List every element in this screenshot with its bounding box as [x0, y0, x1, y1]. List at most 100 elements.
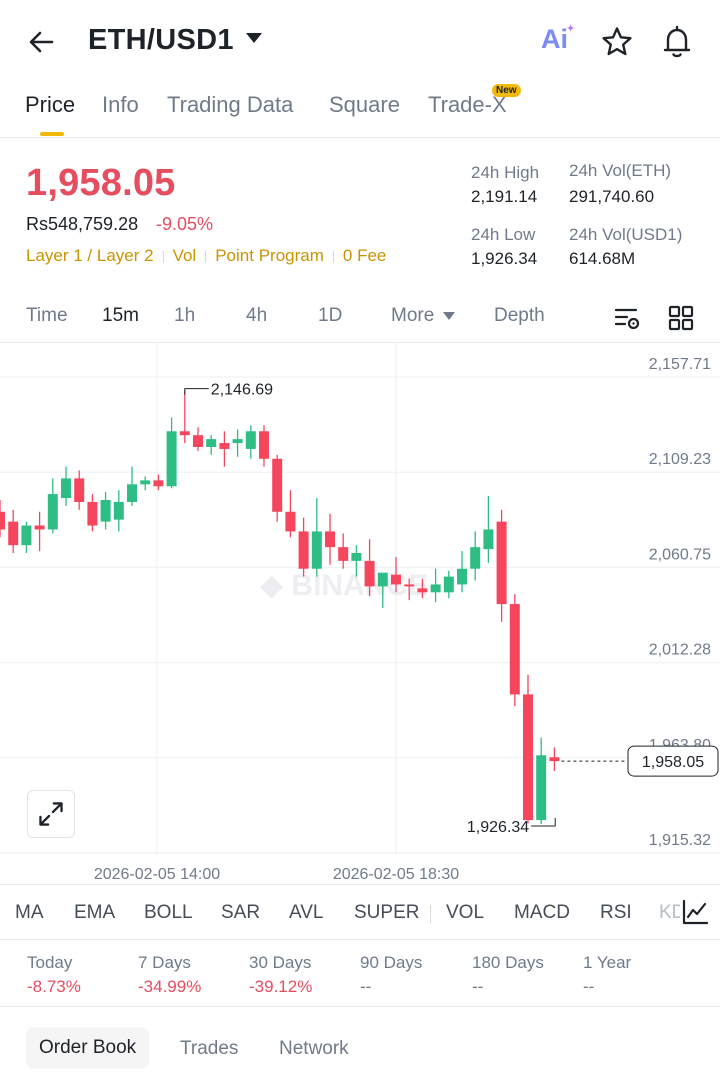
y-tick-label: 2,157.71: [649, 356, 711, 373]
perf-value-180d: --: [472, 977, 484, 996]
indicator-avl[interactable]: AVL: [289, 902, 324, 924]
tf-more[interactable]: More: [391, 305, 434, 327]
candle-down: [219, 443, 230, 449]
perf-value-today: -8.73%: [27, 977, 81, 996]
perf-value-90d: --: [360, 977, 372, 996]
indicator-vol[interactable]: VOL: [446, 902, 484, 924]
chart-canvas[interactable]: 2,157.712,109.232,060.752,012.281,963.80…: [0, 343, 720, 887]
candle-down: [523, 694, 533, 821]
perf-value-7d: -34.99%: [138, 977, 202, 996]
indicator-super[interactable]: SUPER: [354, 902, 419, 924]
candle-down: [259, 431, 269, 459]
x-tick-label: 2026-02-05 18:30: [333, 866, 459, 883]
ai-icon[interactable]: Ai: [541, 24, 568, 55]
candle-up: [430, 584, 441, 593]
tf-15m[interactable]: 15m: [102, 305, 139, 327]
price-change: -9.05%: [156, 214, 214, 234]
perf-label-1y: 1 Year: [583, 953, 632, 972]
tag-layer[interactable]: Layer 1 / Layer 2: [26, 246, 154, 265]
candle-down: [285, 511, 296, 532]
indicator-rsi[interactable]: RSI: [600, 902, 632, 924]
watermark-text: ◆ BINANCE: [260, 569, 428, 602]
candle-down: [364, 560, 375, 587]
low-label: 24h Low: [471, 225, 536, 244]
low-marker-label: 1,926.34: [467, 819, 529, 836]
tf-1d[interactable]: 1D: [318, 305, 342, 327]
high-marker-label: 2,146.69: [211, 382, 273, 399]
candle-up: [127, 484, 137, 502]
candle-down: [74, 478, 85, 502]
tag-row: Layer 1 / Layer 2 Vol Point Program 0 Fee: [26, 246, 386, 266]
tab-order-book[interactable]: Order Book: [26, 1027, 150, 1069]
y-tick-label: 2,109.23: [649, 451, 711, 468]
indicator-boll[interactable]: BOLL: [144, 902, 193, 924]
perf-label-90d: 90 Days: [360, 953, 423, 972]
indicator-ema[interactable]: EMA: [74, 902, 115, 924]
perf-value-30d: -39.12%: [249, 977, 313, 996]
y-tick-label: 1,915.32: [649, 832, 711, 849]
candle-up: [61, 478, 71, 499]
tab-square[interactable]: Square: [329, 92, 400, 118]
tag-point-program[interactable]: Point Program: [215, 246, 324, 265]
candle-down: [179, 431, 190, 436]
tab-trading-data[interactable]: Trading Data: [167, 92, 293, 118]
vol-usd-label: 24h Vol(USD1): [569, 225, 683, 244]
candle-down: [272, 458, 283, 512]
candle-up: [470, 547, 481, 569]
indicator-ma[interactable]: MA: [15, 902, 44, 924]
tab-info[interactable]: Info: [102, 92, 139, 118]
tab-trades[interactable]: Trades: [180, 1038, 238, 1072]
candle-up: [113, 501, 124, 520]
fiat-price: Rs548,759.28: [26, 214, 139, 234]
candle-up: [206, 439, 217, 447]
bell-icon[interactable]: [660, 24, 694, 60]
candle-down: [325, 531, 335, 548]
tag-vol[interactable]: Vol: [173, 246, 197, 265]
caret-down-icon[interactable]: [246, 33, 262, 43]
indicator-sar[interactable]: SAR: [221, 902, 260, 924]
star-icon[interactable]: [600, 25, 634, 59]
main-tabs: Price Info Trading Data Square Trade-X: [0, 84, 720, 138]
perf-label-today: Today: [27, 953, 73, 972]
y-tick-label: 2,060.75: [649, 546, 711, 563]
high-marker-line: [184, 388, 209, 395]
pair-selector[interactable]: ETH/USD1: [88, 24, 234, 57]
candle-up: [100, 500, 111, 522]
candle-down: [0, 511, 5, 530]
tf-depth[interactable]: Depth: [494, 305, 545, 327]
candle-down: [509, 604, 520, 695]
candlestick-chart[interactable]: 2,157.71 2,109.23 2,060.75 2,012.28 1,963.80…: [0, 342, 720, 886]
chart-settings-icon[interactable]: [613, 304, 641, 332]
sparkle-icon: ✦: [566, 23, 576, 35]
indicator-macd[interactable]: MACD: [514, 902, 570, 924]
vol-eth-label: 24h Vol(ETH): [569, 161, 672, 180]
tag-zero-fee[interactable]: 0 Fee: [343, 246, 386, 265]
candle-down: [391, 574, 401, 585]
candle-up: [47, 494, 58, 530]
tf-1h[interactable]: 1h: [174, 305, 195, 327]
active-tab-indicator: [40, 132, 64, 136]
tf-4h[interactable]: 4h: [246, 305, 267, 327]
candle-down: [298, 531, 309, 569]
indicator-chart-icon[interactable]: [680, 897, 710, 927]
arrow-left-icon[interactable]: [26, 26, 58, 58]
tf-time[interactable]: Time: [26, 305, 68, 327]
candle-up: [232, 439, 243, 444]
candle-down: [8, 521, 19, 546]
grid-icon[interactable]: [667, 304, 695, 332]
high-label: 24h High: [471, 163, 540, 182]
tab-network[interactable]: Network: [279, 1038, 349, 1072]
candle-up: [140, 480, 151, 485]
candle-up: [311, 531, 322, 569]
tab-price[interactable]: Price: [25, 92, 75, 118]
caret-down-icon[interactable]: [443, 312, 455, 320]
candle-up: [377, 572, 388, 587]
expand-icon[interactable]: [27, 790, 75, 838]
candle-up: [166, 431, 177, 487]
bottom-tabs: Order Book Trades Network: [0, 1006, 720, 1072]
vol-usd-value: 614.68M: [569, 249, 636, 268]
candle-down: [338, 547, 349, 561]
candle-up: [536, 755, 547, 821]
candle-down: [549, 757, 560, 762]
candle-up: [457, 568, 467, 585]
